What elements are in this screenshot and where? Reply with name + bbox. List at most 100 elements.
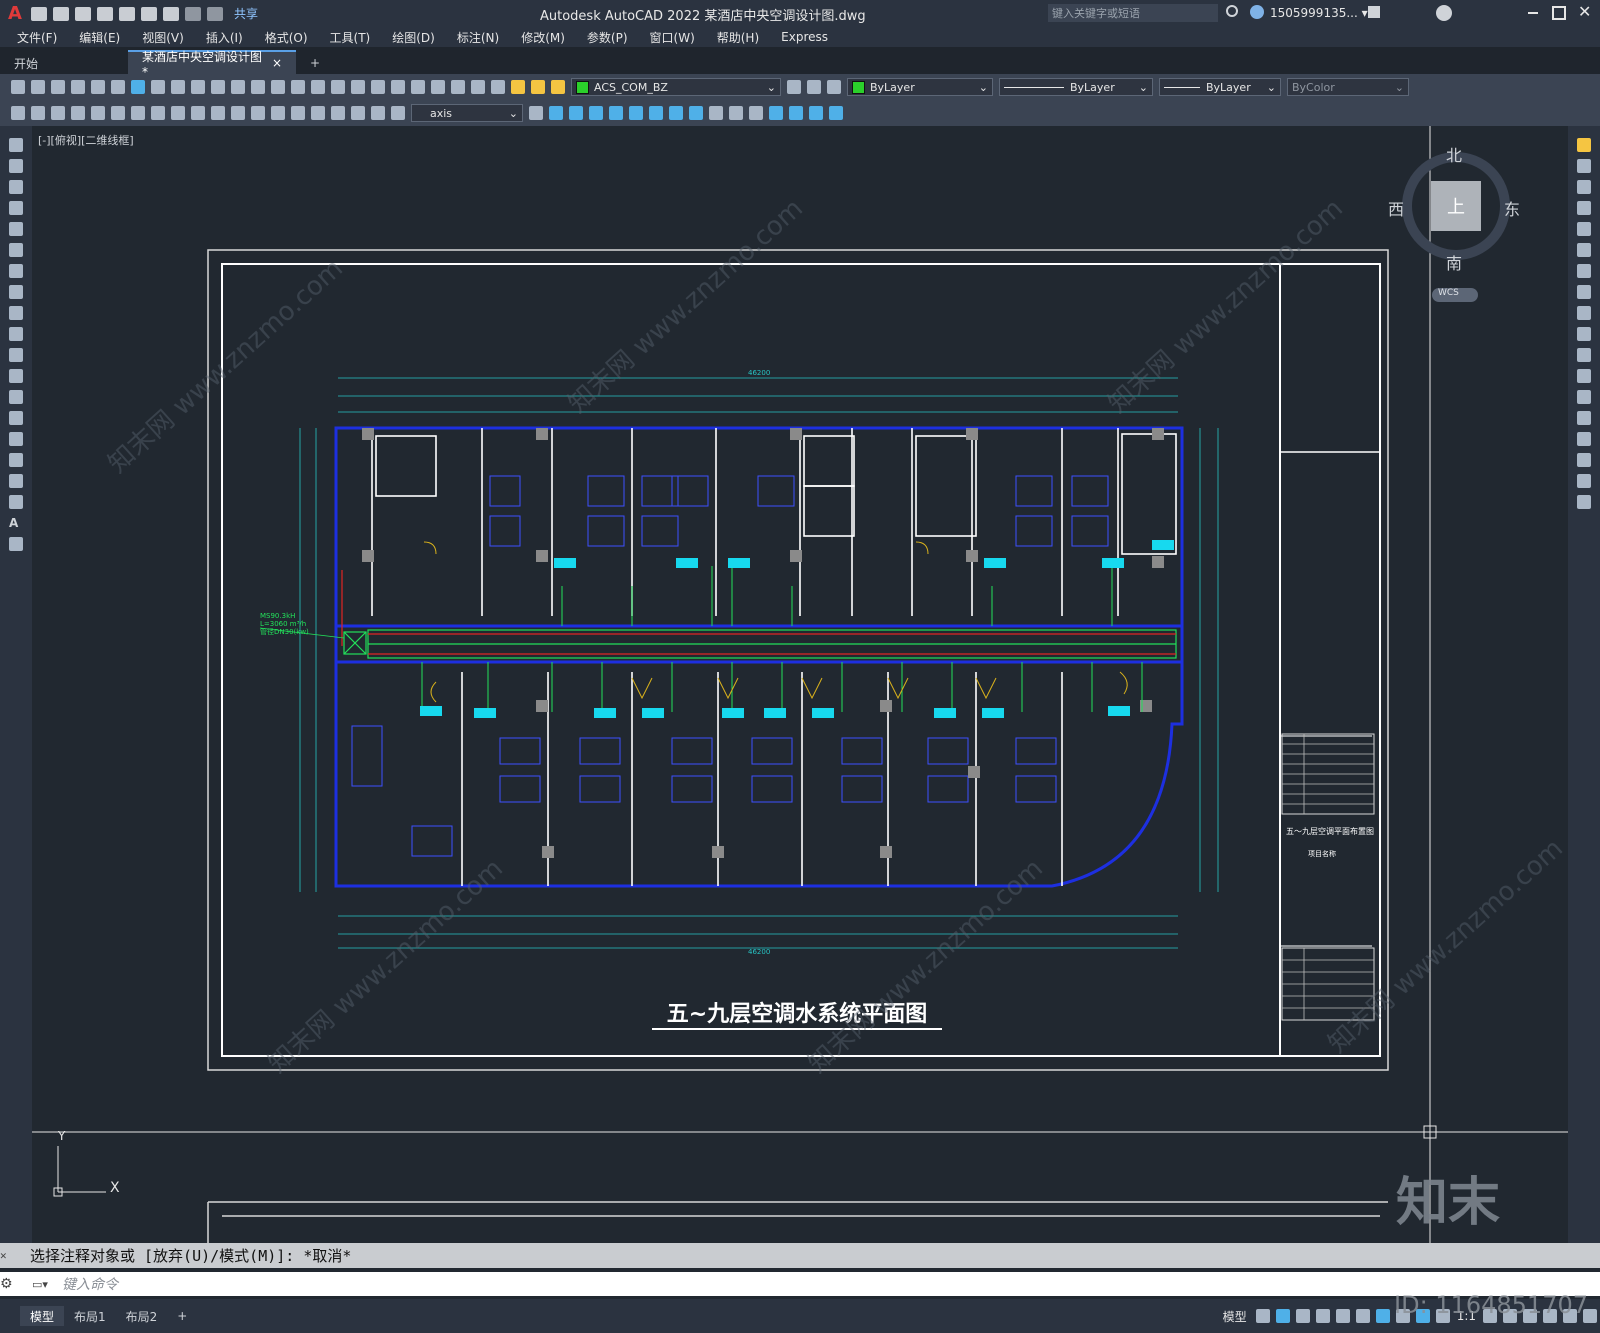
subtract-icon[interactable] xyxy=(729,106,743,120)
new-icon[interactable] xyxy=(30,6,47,21)
jogged-linear-icon[interactable] xyxy=(331,106,345,120)
new-tab-button[interactable]: + xyxy=(296,52,334,74)
dimstyle-manager-icon[interactable] xyxy=(529,106,543,120)
search-input[interactable]: 键入关键字或短语 xyxy=(1048,4,1218,22)
tab-layout2[interactable]: 布局2 xyxy=(116,1306,168,1326)
plot-icon[interactable] xyxy=(162,6,179,21)
make-current-icon[interactable] xyxy=(787,80,801,94)
properties-icon[interactable] xyxy=(371,80,385,94)
blend-curves-icon[interactable] xyxy=(1577,474,1591,488)
wcs-dropdown[interactable]: WCS xyxy=(1432,288,1478,302)
insert-block-icon[interactable] xyxy=(9,369,23,383)
trim-icon[interactable] xyxy=(1577,327,1591,341)
menu-help[interactable]: 帮助(H) xyxy=(706,29,770,46)
viewcube-south[interactable]: 南 xyxy=(1446,250,1462,274)
tab-drawing[interactable]: 某酒店中央空调设计图* × xyxy=(128,50,296,79)
region-icon[interactable] xyxy=(9,474,23,488)
ortho-icon[interactable] xyxy=(1295,1309,1310,1323)
mirror-icon[interactable] xyxy=(1577,180,1591,194)
break-icon[interactable] xyxy=(1577,390,1591,404)
pan-icon[interactable] xyxy=(291,80,305,94)
offset-icon[interactable] xyxy=(1577,201,1591,215)
break-at-point-icon[interactable] xyxy=(1577,369,1591,383)
dim-diameter-icon[interactable] xyxy=(131,106,145,120)
dim-update-icon[interactable] xyxy=(391,106,405,120)
color-dropdown[interactable]: ByLayer ⌄ xyxy=(847,78,993,96)
revolve-icon[interactable] xyxy=(689,106,703,120)
minimize-button[interactable] xyxy=(1528,12,1538,14)
menu-window[interactable]: 窗口(W) xyxy=(639,29,706,46)
layer-lock-icon[interactable] xyxy=(551,80,565,94)
cut-icon[interactable] xyxy=(151,80,165,94)
menu-view[interactable]: 视图(V) xyxy=(131,29,195,46)
save-as-icon[interactable] xyxy=(96,6,113,21)
extend-icon[interactable] xyxy=(1577,348,1591,362)
import-icon[interactable] xyxy=(140,6,157,21)
dim-baseline-icon[interactable] xyxy=(191,106,205,120)
menu-parametric[interactable]: 参数(P) xyxy=(576,29,639,46)
plot-icon[interactable] xyxy=(71,80,85,94)
menu-dimension[interactable]: 标注(N) xyxy=(446,29,510,46)
viewcube-east[interactable]: 东 xyxy=(1504,196,1520,220)
close-command-icon[interactable]: ✕ xyxy=(0,1249,30,1262)
polyline-icon[interactable] xyxy=(9,180,23,194)
command-input[interactable]: ⚙ ▭▾ 键入命令 xyxy=(0,1272,1600,1296)
polygon-icon[interactable] xyxy=(9,201,23,215)
calculator-icon[interactable] xyxy=(471,80,485,94)
design-center-icon[interactable] xyxy=(391,80,405,94)
menu-modify[interactable]: 修改(M) xyxy=(510,29,576,46)
share-button[interactable]: 共享 xyxy=(234,5,258,22)
line-icon[interactable] xyxy=(9,138,23,152)
redo-icon[interactable] xyxy=(271,80,285,94)
wrench-icon[interactable]: ⚙ xyxy=(0,1276,32,1292)
dim-ordinate-icon[interactable] xyxy=(71,106,85,120)
explode-icon[interactable] xyxy=(1577,495,1591,509)
viewcube-top-face[interactable]: 上 xyxy=(1431,181,1481,231)
dim-linear-icon[interactable] xyxy=(11,106,25,120)
tool-palettes-icon[interactable] xyxy=(411,80,425,94)
dim-space-icon[interactable] xyxy=(231,106,245,120)
ellipse-arc-icon[interactable] xyxy=(9,348,23,362)
search-icon[interactable] xyxy=(1226,5,1238,17)
sheetset-icon[interactable] xyxy=(431,80,445,94)
close-button[interactable]: ✕ xyxy=(1578,2,1591,21)
publish-icon[interactable] xyxy=(111,80,125,94)
osnap-icon[interactable] xyxy=(1375,1309,1390,1323)
extrude-icon[interactable] xyxy=(669,106,683,120)
menu-insert[interactable]: 插入(I) xyxy=(195,29,254,46)
menu-draw[interactable]: 绘图(D) xyxy=(381,29,446,46)
isodraft-icon[interactable] xyxy=(1335,1309,1350,1323)
erase-icon[interactable] xyxy=(1577,138,1591,152)
layer-previous-icon[interactable] xyxy=(807,80,821,94)
redo-icon[interactable] xyxy=(206,6,223,21)
linetype-dropdown[interactable]: ByLayer ⌄ xyxy=(999,78,1153,96)
tolerance-icon[interactable] xyxy=(271,106,285,120)
undo-icon[interactable] xyxy=(184,6,201,21)
chamfer-icon[interactable] xyxy=(1577,432,1591,446)
menu-edit[interactable]: 编辑(E) xyxy=(68,29,131,46)
solid-cone-icon[interactable] xyxy=(589,106,603,120)
make-block-icon[interactable] xyxy=(9,390,23,404)
center-mark-icon[interactable] xyxy=(291,106,305,120)
solid-cylinder-icon[interactable] xyxy=(629,106,643,120)
matchprop-icon[interactable] xyxy=(211,80,225,94)
flatshot-icon[interactable] xyxy=(829,106,843,120)
app-menu-button[interactable]: A xyxy=(8,3,22,24)
user-name[interactable]: 1505999135... ▾ xyxy=(1270,6,1368,20)
save-icon[interactable] xyxy=(51,80,65,94)
add-layout-button[interactable]: + xyxy=(167,1306,197,1326)
solid-wedge-icon[interactable] xyxy=(569,106,583,120)
zoom-realtime-icon[interactable] xyxy=(311,80,325,94)
tab-model[interactable]: 模型 xyxy=(20,1306,65,1326)
array-icon[interactable] xyxy=(1577,222,1591,236)
dim-continue-icon[interactable] xyxy=(211,106,225,120)
point-icon[interactable] xyxy=(9,411,23,425)
viewcube-west[interactable]: 西 xyxy=(1388,196,1404,220)
plotstyle-dropdown[interactable]: ByColor ⌄ xyxy=(1287,78,1409,96)
dim-aligned-icon[interactable] xyxy=(31,106,45,120)
cart-icon[interactable] xyxy=(1368,6,1380,18)
move-icon[interactable] xyxy=(1577,243,1591,257)
slice-icon[interactable] xyxy=(769,106,783,120)
layer-states-icon[interactable] xyxy=(827,80,841,94)
zoom-window-icon[interactable] xyxy=(331,80,345,94)
